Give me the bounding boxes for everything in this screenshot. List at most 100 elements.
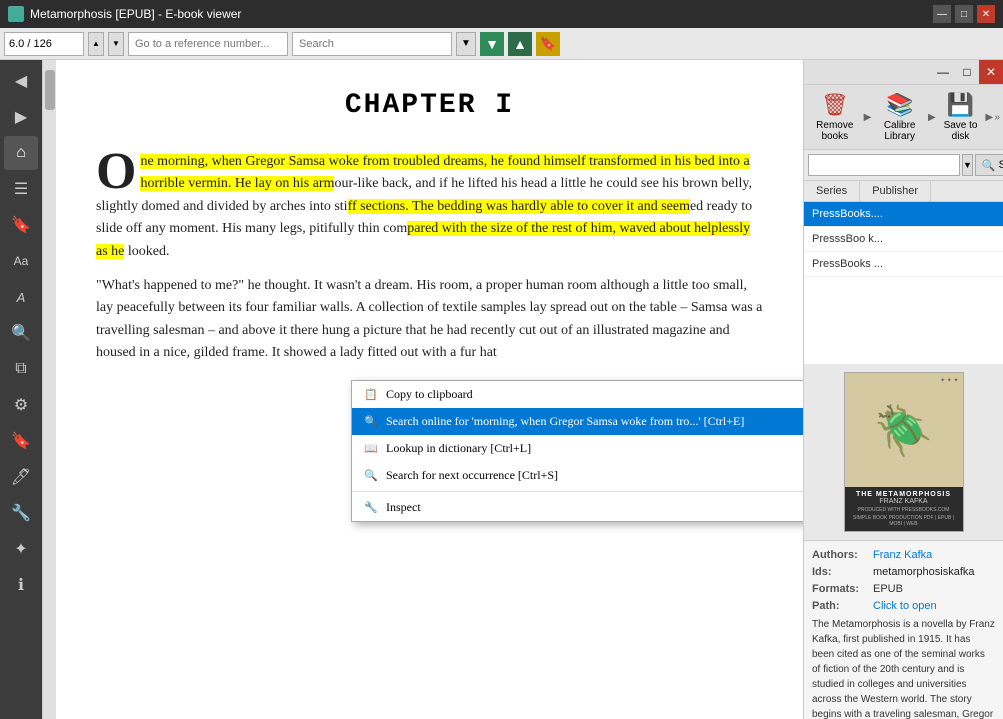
- result-item-1[interactable]: PressBooks....: [804, 202, 1003, 227]
- authors-label: Authors:: [812, 549, 867, 561]
- context-copy-item[interactable]: 📋 Copy to clipboard: [352, 381, 803, 408]
- tab-series-label: Series: [816, 185, 847, 197]
- sidebar-copy-icon[interactable]: ⧉: [4, 352, 38, 386]
- calibre-library-more[interactable]: ▶: [928, 112, 936, 123]
- tab-publisher-label: Publisher: [872, 185, 918, 197]
- result-item-2[interactable]: PresssBoo k...: [804, 227, 1003, 252]
- context-menu: 📋 Copy to clipboard 🔍 Search online for …: [351, 380, 803, 522]
- save-to-disk-more[interactable]: ▶: [985, 112, 993, 123]
- calibre-library-icon: 📚: [886, 92, 913, 118]
- save-to-disk-btn[interactable]: 💾 Save to disk: [936, 87, 986, 147]
- context-search-next-item[interactable]: 🔍 Search for next occurrence [Ctrl+S]: [352, 462, 803, 489]
- maximize-button[interactable]: □: [955, 5, 973, 23]
- drop-cap: O: [96, 151, 136, 193]
- book-page: Chapter I O ne morning, when Gregor Sams…: [56, 60, 803, 719]
- app-icon: [8, 6, 24, 22]
- calibre-close-btn[interactable]: ✕: [979, 60, 1003, 84]
- main-container: ◀ ▶ ⌂ ☰ 🔖 Aa A 🔍 ⧉ ⚙ 🔖 🖊 🔧 ✦ ℹ Chapter I…: [0, 60, 1003, 719]
- search-prev-btn[interactable]: ▼: [480, 32, 504, 56]
- calibre-header: — □ ✕: [804, 60, 1003, 85]
- search-btn-label: Search: [999, 159, 1003, 171]
- search-next-btn[interactable]: ▲: [508, 32, 532, 56]
- context-lookup-label: Lookup in dictionary [Ctrl+L]: [386, 441, 531, 456]
- results-list: PressBooks.... PresssBoo k... PressBooks…: [804, 202, 1003, 364]
- sidebar-plugins-icon[interactable]: ✦: [4, 532, 38, 566]
- calibre-toolbar: 🗑 Remove books ▶ 📚 Calibre Library ▶ 💾 S…: [804, 85, 1003, 150]
- cover-author: FRANZ KAFKA: [849, 498, 959, 505]
- context-inspect-label: Inspect: [386, 500, 421, 515]
- search-next-menu-icon: 🔍: [364, 469, 378, 483]
- search-online-menu-icon: 🔍: [364, 415, 378, 429]
- sidebar-bookmarks-icon[interactable]: 🔖: [4, 208, 38, 242]
- page-input[interactable]: [4, 32, 84, 56]
- remove-books-icon: 🗑: [821, 92, 849, 118]
- sidebar-toc-icon[interactable]: ☰: [4, 172, 38, 206]
- toolbar-search-input[interactable]: [292, 32, 452, 56]
- path-link[interactable]: Click to open: [873, 600, 937, 612]
- calibre-library-btn[interactable]: 📚 Calibre Library: [871, 87, 927, 147]
- cover-image-area: 🪲 ✦ ✦ ✦: [845, 373, 963, 487]
- bookmark-btn[interactable]: 🔖: [536, 32, 560, 56]
- sidebar-search-icon[interactable]: 🔍: [4, 316, 38, 350]
- close-button[interactable]: ✕: [977, 5, 995, 23]
- remove-books-btn[interactable]: 🗑 Remove books: [806, 87, 864, 147]
- sidebar-info-icon[interactable]: ℹ: [4, 568, 38, 602]
- sidebar-back-icon[interactable]: ◀: [4, 64, 38, 98]
- book-cover[interactable]: 🪲 ✦ ✦ ✦ THE METAMORPHOSIS FRANZ KAFKA PR…: [844, 372, 964, 532]
- ids-row: Ids: metamorphosiskafka: [812, 566, 995, 578]
- toolbar-overflow[interactable]: »: [993, 112, 1001, 123]
- cover-bottom: THE METAMORPHOSIS FRANZ KAFKA PRODUCED W…: [845, 487, 963, 531]
- right-search-bar: ▼ 🔍 Search 🔖 Saved search: [804, 150, 1003, 181]
- result-item-3[interactable]: PressBooks ...: [804, 252, 1003, 277]
- sidebar-highlight-icon[interactable]: 🖊: [4, 460, 38, 494]
- chapter-heading: Chapter I: [96, 90, 763, 121]
- path-row: Path: Click to open: [812, 600, 995, 612]
- tab-publisher[interactable]: Publisher: [860, 181, 931, 201]
- save-to-disk-label: Save to disk: [943, 120, 979, 142]
- sidebar-tools-icon[interactable]: 🔧: [4, 496, 38, 530]
- path-value: Click to open: [873, 600, 995, 612]
- sidebar-prefs-icon[interactable]: ⚙: [4, 388, 38, 422]
- context-search-online-label: Search online for 'morning, when Gregor …: [386, 414, 744, 429]
- inspect-menu-icon: 🔧: [364, 501, 378, 515]
- cover-beetle-icon: 🪲: [874, 402, 934, 459]
- result-text-1: PressBooks....: [812, 208, 883, 220]
- page-down-btn[interactable]: ▼: [108, 32, 124, 56]
- remove-books-more[interactable]: ▶: [864, 112, 872, 123]
- minimize-button[interactable]: —: [933, 5, 951, 23]
- sidebar-home-icon[interactable]: ⌂: [4, 136, 38, 170]
- highlighted-text-2: ff sections. The bedding was hardly able…: [348, 199, 690, 214]
- formats-value: EPUB: [873, 583, 995, 595]
- sidebar-textsize-icon[interactable]: Aa: [4, 244, 38, 278]
- right-panel: — □ ✕ 🗑 Remove books ▶ 📚 Calibre Library…: [803, 60, 1003, 719]
- calibre-minimize-btn[interactable]: —: [931, 60, 955, 84]
- sidebar-addbookmark-icon[interactable]: 🔖: [4, 424, 38, 458]
- tab-series[interactable]: Series: [804, 181, 860, 201]
- scroll-thumb[interactable]: [45, 70, 55, 110]
- ref-input[interactable]: [128, 32, 288, 56]
- authors-link[interactable]: Franz Kafka: [873, 549, 932, 561]
- window-title: Metamorphosis [EPUB] - E-book viewer: [30, 7, 241, 21]
- right-search-btn[interactable]: 🔍 Search: [975, 154, 1003, 176]
- highlighted-text-1: ne morning, when Gregor Samsa woke from …: [140, 154, 749, 191]
- tabs-row: Series Publisher: [804, 181, 1003, 202]
- book-text: O ne morning, when Gregor Samsa woke fro…: [96, 151, 763, 365]
- main-toolbar: ▲ ▼ ▼ ▼ ▲ 🔖: [0, 28, 1003, 60]
- context-copy-label: Copy to clipboard: [386, 387, 473, 402]
- right-search-input[interactable]: [808, 154, 960, 176]
- context-search-online-item[interactable]: 🔍 Search online for 'morning, when Grego…: [352, 408, 803, 435]
- page-up-btn[interactable]: ▲: [88, 32, 104, 56]
- ids-label: Ids:: [812, 566, 867, 578]
- context-inspect-item[interactable]: 🔧 Inspect: [352, 494, 803, 521]
- sidebar-forward-icon[interactable]: ▶: [4, 100, 38, 134]
- search-dropdown-btn[interactable]: ▼: [456, 32, 476, 56]
- scroll-track[interactable]: [42, 60, 56, 719]
- result-text-2: PresssBoo k...: [812, 233, 883, 245]
- authors-row: Authors: Franz Kafka: [812, 549, 995, 561]
- left-sidebar: ◀ ▶ ⌂ ☰ 🔖 Aa A 🔍 ⧉ ⚙ 🔖 🖊 🔧 ✦ ℹ: [0, 60, 42, 719]
- sidebar-font-icon[interactable]: A: [4, 280, 38, 314]
- calibre-maximize-btn[interactable]: □: [955, 60, 979, 84]
- formats-row: Formats: EPUB: [812, 583, 995, 595]
- context-lookup-item[interactable]: 📖 Lookup in dictionary [Ctrl+L]: [352, 435, 803, 462]
- right-search-dropdown[interactable]: ▼: [962, 154, 973, 176]
